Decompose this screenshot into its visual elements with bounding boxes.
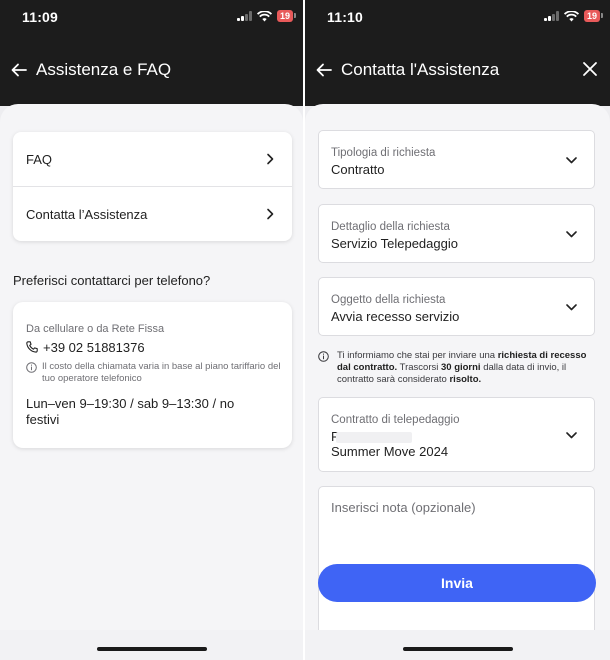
contact-source-label: Da cellulare o da Rete Fissa <box>26 323 165 335</box>
chevron-down-icon <box>566 157 577 164</box>
bottom-bar <box>305 630 610 660</box>
field-label: Oggetto della richiesta <box>331 294 446 306</box>
phone-contact-heading: Preferisci contattarci per telefono? <box>13 273 211 288</box>
menu-item-faq[interactable]: FAQ <box>13 132 292 186</box>
field-value: Servizio Telepedaggio <box>331 236 458 251</box>
battery-icon: 19 <box>583 10 604 22</box>
call-cost-note: Il costo della chiamata varia in base al… <box>42 361 281 384</box>
phone-contact-card: Da cellulare o da Rete Fissa +39 02 5188… <box>13 302 292 448</box>
info-icon <box>26 362 37 373</box>
info-icon <box>318 351 329 362</box>
close-icon[interactable] <box>582 61 598 77</box>
menu-item-contatta-assistenza[interactable]: Contatta l’Assistenza <box>13 187 292 241</box>
wifi-icon <box>563 10 579 22</box>
status-bar: 11:10 19 <box>305 0 610 36</box>
contratto-select[interactable]: Contratto di telepedaggio F Summer Move … <box>318 397 595 472</box>
signal-icon <box>543 11 559 21</box>
bottom-bar <box>0 630 303 660</box>
wifi-icon <box>256 10 272 22</box>
status-time: 11:09 <box>22 9 59 25</box>
menu-item-label: FAQ <box>26 151 53 167</box>
field-label: Contratto di telepedaggio <box>331 414 460 426</box>
field-label: Dettaglio della richiesta <box>331 221 450 233</box>
nota-textarea[interactable]: Inserisci nota (opzionale) <box>318 486 595 630</box>
invia-button[interactable]: Invia <box>318 564 596 602</box>
status-icons: 19 <box>543 10 604 22</box>
phone-number[interactable]: +39 02 51881376 <box>43 340 145 355</box>
content-sheet: FAQ Contatta l’Assistenza Preferisci con… <box>0 104 303 630</box>
home-indicator[interactable] <box>96 647 207 651</box>
chevron-down-icon <box>566 432 577 439</box>
back-arrow-icon[interactable] <box>315 61 333 79</box>
status-icons: 19 <box>236 10 297 22</box>
page-title: Assistenza e FAQ <box>36 60 172 79</box>
field-value: Avvia recesso servizio <box>331 309 460 324</box>
nota-placeholder: Inserisci nota (opzionale) <box>331 500 476 515</box>
page-title: Contatta l'Assistenza <box>341 60 500 79</box>
oggetto-select[interactable]: Oggetto della richiesta Avvia recesso se… <box>318 277 595 336</box>
left-screen: 11:09 19 Assistenza e FAQ FAQ Contatta l… <box>0 0 303 660</box>
info-text: Ti informiamo che stai per inviare una r… <box>337 350 587 385</box>
battery-icon: 19 <box>276 10 297 22</box>
phone-icon <box>26 341 38 353</box>
chevron-down-icon <box>566 304 577 311</box>
redacted-value <box>336 432 412 443</box>
signal-icon <box>236 11 252 21</box>
app-header: Assistenza e FAQ <box>0 36 303 106</box>
dettaglio-select[interactable]: Dettaglio della richiesta Servizio Telep… <box>318 204 595 263</box>
home-indicator[interactable] <box>402 647 513 651</box>
right-screen: 11:10 19 Contatta l'Assistenza Tipologia… <box>305 0 610 660</box>
field-value-line2: Summer Move 2024 <box>331 444 449 459</box>
field-value: Contratto <box>331 162 385 177</box>
app-header: Contatta l'Assistenza <box>305 36 610 106</box>
tipologia-select[interactable]: Tipologia di richiesta Contratto <box>318 130 595 189</box>
status-bar: 11:09 19 <box>0 0 303 36</box>
opening-hours: Lun–ven 9–19:30 / sab 9–13:30 / no festi… <box>26 396 235 427</box>
contact-form: Tipologia di richiesta Contratto Dettagl… <box>305 104 610 630</box>
chevron-down-icon <box>566 231 577 238</box>
menu-card: FAQ Contatta l’Assistenza <box>13 132 292 241</box>
chevron-right-icon <box>267 208 274 220</box>
chevron-right-icon <box>267 153 274 165</box>
field-label: Tipologia di richiesta <box>331 147 436 159</box>
back-arrow-icon[interactable] <box>10 61 28 79</box>
menu-item-label: Contatta l’Assistenza <box>26 206 148 222</box>
status-time: 11:10 <box>327 9 364 25</box>
